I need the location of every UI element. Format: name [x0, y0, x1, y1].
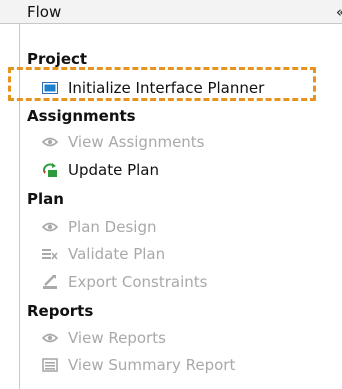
panel-titlebar: Flow «: [0, 0, 342, 24]
view-summary-report-item[interactable]: View Summary Report: [42, 355, 235, 375]
section-plan: Plan: [27, 190, 64, 208]
view-reports-item[interactable]: View Reports: [42, 328, 166, 348]
update-plan-icon: [42, 162, 58, 178]
export-constraints-item[interactable]: Export Constraints: [42, 272, 207, 292]
validate-plan-item[interactable]: Validate Plan: [42, 244, 165, 264]
section-project: Project: [27, 50, 88, 68]
section-reports: Reports: [27, 302, 94, 320]
export-constraints-label: Export Constraints: [68, 273, 208, 291]
validate-icon: [42, 246, 58, 262]
update-plan-label: Update Plan: [68, 161, 160, 179]
view-assignments-item[interactable]: View Assignments: [42, 132, 205, 152]
section-assignments: Assignments: [27, 107, 136, 125]
eye-icon: [42, 330, 58, 346]
plan-design-label: Plan Design: [68, 218, 157, 236]
validate-plan-label: Validate Plan: [68, 245, 166, 263]
summary-report-icon: [42, 357, 58, 373]
update-plan-item[interactable]: Update Plan: [42, 160, 159, 180]
export-icon: [42, 274, 58, 290]
initialize-icon: [42, 80, 58, 96]
eye-icon: [42, 134, 58, 150]
panel-title: Flow: [27, 3, 62, 21]
view-summary-report-label: View Summary Report: [68, 356, 236, 374]
view-reports-label: View Reports: [68, 329, 166, 347]
view-assignments-label: View Assignments: [68, 133, 205, 151]
eye-icon: [42, 219, 58, 235]
initialize-interface-planner-item[interactable]: Initialize Interface Planner: [42, 78, 264, 98]
plan-design-item[interactable]: Plan Design: [42, 217, 156, 237]
initialize-interface-planner-label: Initialize Interface Planner: [68, 79, 265, 97]
collapse-panel-button[interactable]: «: [336, 3, 342, 21]
